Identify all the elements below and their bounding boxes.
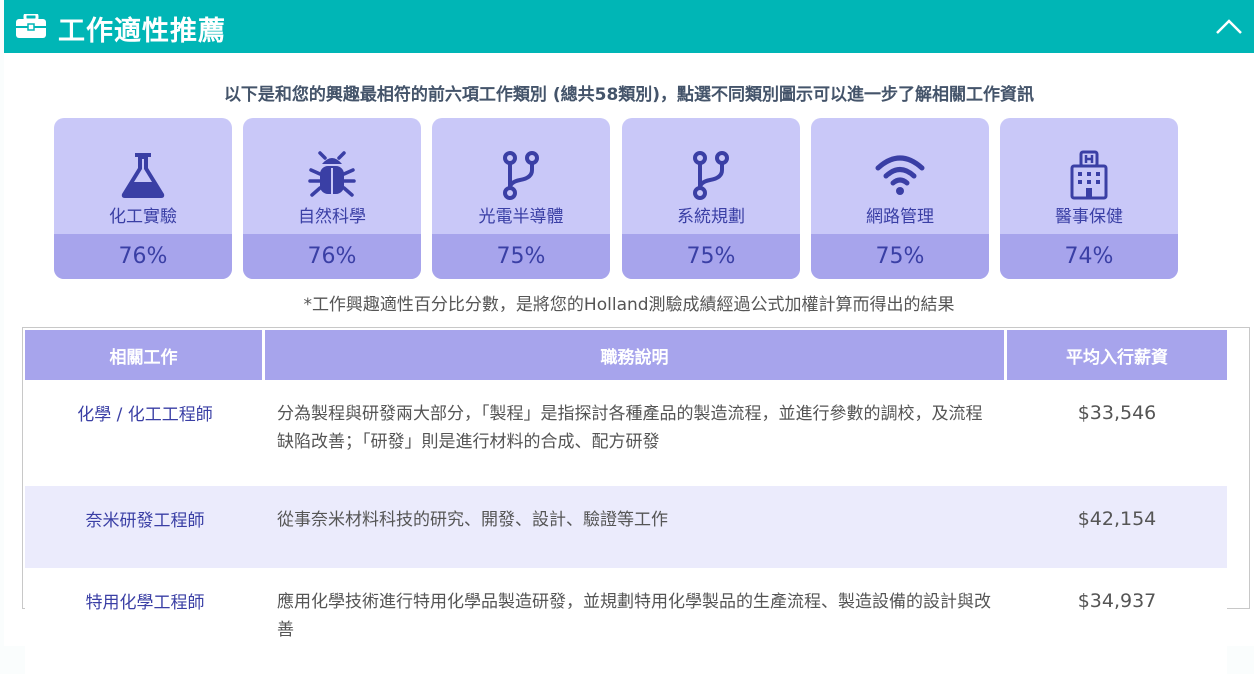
card-percent: 76%: [54, 234, 232, 279]
table-row: 奈米研發工程師 從事奈米材料科技的研究、開發、設計、驗證等工作 $42,154: [25, 486, 1227, 568]
category-card-chemistry-lab[interactable]: 化工實驗 76%: [54, 118, 232, 279]
card-percent: 74%: [1000, 234, 1178, 279]
jobs-table-container: 相關工作 職務說明 平均入行薪資 化學 / 化工工程師 分為製程與研發兩大部分，…: [22, 327, 1250, 674]
category-card-optoelectronics[interactable]: 光電半導體 75%: [432, 118, 610, 279]
recommendation-panel: 工作適性推薦 以下是和您的興趣最相符的前六項工作類別 (總共58類別)，點選不同…: [4, 0, 1254, 674]
category-card-network-management[interactable]: 網路管理 75%: [811, 118, 989, 279]
panel-title: 工作適性推薦: [58, 16, 226, 47]
chevron-up-icon[interactable]: [1214, 12, 1244, 42]
column-header-salary: 平均入行薪資: [1007, 330, 1227, 380]
card-percent: 75%: [811, 234, 989, 279]
job-description: 應用化學技術進行特用化學品製造研發，並規劃特用化學製品的生產流程、製造設備的設計…: [265, 568, 1007, 674]
branch-icon: [693, 151, 729, 200]
category-card-medical-care[interactable]: 醫事保健 74%: [1000, 118, 1178, 279]
footnote: *工作興趣適性百分比分數，是將您的Holland測驗成績經過公式加權計算而得出的…: [303, 295, 955, 315]
jobs-table: 相關工作 職務說明 平均入行薪資 化學 / 化工工程師 分為製程與研發兩大部分，…: [25, 330, 1227, 674]
category-card-natural-science[interactable]: 自然科學 76%: [243, 118, 421, 279]
card-label: 系統規劃: [677, 207, 745, 227]
job-salary: $42,154: [1007, 486, 1227, 568]
card-label: 光電半導體: [478, 207, 564, 227]
briefcase-icon: [16, 14, 46, 38]
category-card-system-planning[interactable]: 系統規劃 75%: [622, 118, 800, 279]
card-percent: 75%: [622, 234, 800, 279]
job-title: 特用化學工程師: [25, 568, 265, 674]
table-row: 化學 / 化工工程師 分為製程與研發兩大部分，「製程」是指探討各種產品的製造流程…: [25, 380, 1227, 486]
panel-header: 工作適性推薦: [4, 0, 1254, 53]
wifi-icon: [875, 155, 925, 195]
job-title: 化學 / 化工工程師: [25, 380, 265, 486]
job-salary: $33,546: [1007, 380, 1227, 486]
job-description: 分為製程與研發兩大部分，「製程」是指探討各種產品的製造流程，並進行參數的調校，及…: [265, 380, 1007, 486]
flask-icon: [121, 153, 165, 198]
card-label: 自然科學: [298, 207, 366, 227]
card-label: 網路管理: [866, 207, 934, 227]
job-title: 奈米研發工程師: [25, 486, 265, 568]
card-label: 化工實驗: [109, 207, 177, 227]
column-header-description: 職務說明: [265, 330, 1007, 380]
hospital-icon: [1070, 150, 1108, 200]
table-row: 特用化學工程師 應用化學技術進行特用化學品製造研發，並規劃特用化學製品的生產流程…: [25, 568, 1227, 674]
card-percent: 75%: [432, 234, 610, 279]
branch-icon: [503, 151, 539, 200]
job-salary: $34,937: [1007, 568, 1227, 674]
intro-text: 以下是和您的興趣最相符的前六項工作類別 (總共58類別)，點選不同類別圖示可以進…: [223, 85, 1035, 105]
card-label: 醫事保健: [1055, 207, 1123, 227]
bug-icon: [308, 151, 356, 197]
card-percent: 76%: [243, 234, 421, 279]
job-description: 從事奈米材料科技的研究、開發、設計、驗證等工作: [265, 486, 1007, 568]
column-header-job: 相關工作: [25, 330, 265, 380]
